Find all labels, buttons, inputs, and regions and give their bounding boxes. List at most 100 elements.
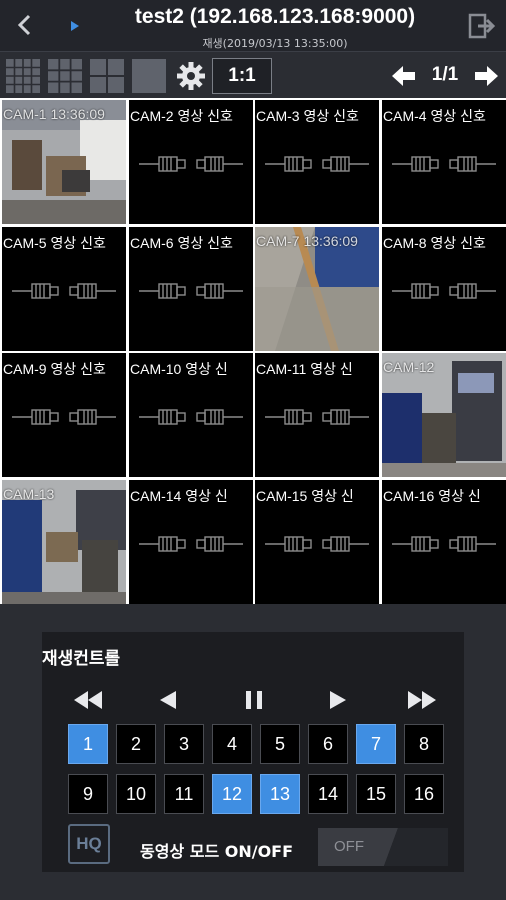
- camera-grid: CAM-1 13:36:09 CAM-2 영상 신호 CAM-3 영상 신호 CAM-…: [0, 98, 506, 604]
- camera-tile-12[interactable]: CAM-12: [382, 353, 506, 477]
- channel-button-5[interactable]: 5: [260, 724, 300, 764]
- camera-label: CAM-2 영상 신호: [130, 108, 233, 124]
- page-prev-button[interactable]: [390, 62, 418, 90]
- camera-tile-8[interactable]: CAM-8 영상 신호: [382, 227, 506, 351]
- camera-label: CAM-1 13:36:09: [3, 106, 105, 122]
- app-root: test2 (192.168.123.168:9000) 재생(2019/03/…: [0, 0, 506, 900]
- exit-button[interactable]: [466, 11, 498, 41]
- no-signal-cable-icon: [12, 409, 116, 425]
- no-signal-cable-icon: [265, 156, 369, 172]
- exit-icon: [468, 13, 496, 39]
- chevron-left-icon: [17, 14, 31, 36]
- fast-forward-icon: [408, 691, 436, 709]
- camera-label: CAM-9 영상 신호: [3, 361, 106, 377]
- camera-tile-3[interactable]: CAM-3 영상 신호: [255, 100, 379, 224]
- no-signal-cable-icon: [392, 156, 496, 172]
- play-icon: [330, 691, 346, 709]
- header-bar: test2 (192.168.123.168:9000) 재생(2019/03/…: [0, 0, 506, 52]
- layout-2x2-button[interactable]: [90, 59, 124, 93]
- camera-tile-9[interactable]: CAM-9 영상 신호: [2, 353, 126, 477]
- channel-button-14[interactable]: 14: [308, 774, 348, 814]
- no-signal-cable-icon: [139, 283, 243, 299]
- camera-label: CAM-7 13:36:09: [256, 233, 358, 249]
- fast-rewind-button[interactable]: [66, 684, 110, 716]
- camera-tile-5[interactable]: CAM-5 영상 신호: [2, 227, 126, 351]
- no-signal-cable-icon: [139, 536, 243, 552]
- channel-button-1[interactable]: 1: [68, 724, 108, 764]
- channel-button-4[interactable]: 4: [212, 724, 252, 764]
- camera-label: CAM-5 영상 신호: [3, 235, 106, 251]
- no-signal-cable-icon: [12, 283, 116, 299]
- camera-label: CAM-12: [383, 359, 435, 375]
- page-next-button[interactable]: [472, 62, 500, 90]
- camera-tile-7[interactable]: CAM-7 13:36:09: [255, 227, 379, 351]
- back-button[interactable]: [10, 10, 40, 40]
- camera-label: CAM-6 영상 신호: [130, 235, 233, 251]
- channel-button-9[interactable]: 9: [68, 774, 108, 814]
- channel-button-15[interactable]: 15: [356, 774, 396, 814]
- play-indicator: [68, 16, 82, 36]
- camera-tile-6[interactable]: CAM-6 영상 신호: [129, 227, 253, 351]
- camera-tile-4[interactable]: CAM-4 영상 신호: [382, 100, 506, 224]
- pause-icon: [246, 691, 262, 709]
- video-mode-toggle[interactable]: OFF: [318, 828, 448, 866]
- hq-button[interactable]: HQ: [68, 824, 110, 864]
- channel-button-3[interactable]: 3: [164, 724, 204, 764]
- camera-tile-11[interactable]: CAM-11 영상 신: [255, 353, 379, 477]
- camera-label: CAM-3 영상 신호: [256, 108, 359, 124]
- camera-tile-16[interactable]: CAM-16 영상 신: [382, 480, 506, 604]
- camera-tile-2[interactable]: CAM-2 영상 신호: [129, 100, 253, 224]
- camera-tile-15[interactable]: CAM-15 영상 신: [255, 480, 379, 604]
- toolbar: 1:1 1/1: [0, 52, 506, 98]
- no-signal-cable-icon: [265, 536, 369, 552]
- camera-label: CAM-11 영상 신: [256, 361, 353, 377]
- panel-title: 재생컨트롤: [42, 649, 121, 669]
- camera-label: CAM-14 영상 신: [130, 488, 228, 504]
- no-signal-cable-icon: [392, 283, 496, 299]
- playback-control-panel: 재생컨트롤 1 2 3 4 5 6 7 8 9 10 11 12 13 14 15 16: [42, 632, 464, 872]
- channel-button-7[interactable]: 7: [356, 724, 396, 764]
- settings-button[interactable]: [174, 59, 208, 93]
- camera-label: CAM-15 영상 신: [256, 488, 354, 504]
- gear-icon: [177, 62, 205, 90]
- camera-label: CAM-13: [3, 486, 55, 502]
- no-signal-cable-icon: [392, 536, 496, 552]
- play-button[interactable]: [316, 684, 360, 716]
- page-indicator: 1/1: [431, 64, 459, 85]
- camera-label: CAM-4 영상 신호: [383, 108, 486, 124]
- toggle-state-label: OFF: [334, 838, 364, 855]
- layout-3x3-button[interactable]: [48, 59, 82, 93]
- camera-tile-1[interactable]: CAM-1 13:36:09: [2, 100, 126, 224]
- channel-button-6[interactable]: 6: [308, 724, 348, 764]
- play-reverse-icon: [160, 691, 176, 709]
- no-signal-cable-icon: [139, 409, 243, 425]
- step-back-button[interactable]: [146, 684, 190, 716]
- video-mode-label: 동영상 모드 ON/OFF: [140, 842, 294, 861]
- no-signal-cable-icon: [265, 409, 369, 425]
- camera-tile-14[interactable]: CAM-14 영상 신: [129, 480, 253, 604]
- grid-2x2-icon: [90, 59, 124, 93]
- camera-tile-13[interactable]: CAM-13: [2, 480, 126, 604]
- playback-datetime: 재생(2019/03/13 13:35:00): [202, 37, 348, 50]
- pause-button[interactable]: [232, 684, 276, 716]
- channel-button-11[interactable]: 11: [164, 774, 204, 814]
- camera-tile-10[interactable]: CAM-10 영상 신: [129, 353, 253, 477]
- layout-1x1-button[interactable]: [132, 59, 166, 93]
- channel-button-13[interactable]: 13: [260, 774, 300, 814]
- channel-button-12[interactable]: 12: [212, 774, 252, 814]
- page-title: test2 (192.168.123.168:9000): [134, 5, 416, 28]
- camera-label: CAM-16 영상 신: [383, 488, 481, 504]
- aspect-ratio-button[interactable]: 1:1: [212, 58, 272, 94]
- grid-4x4-icon: [6, 59, 40, 93]
- channel-button-2[interactable]: 2: [116, 724, 156, 764]
- layout-4x4-button[interactable]: [6, 59, 40, 93]
- channel-button-8[interactable]: 8: [404, 724, 444, 764]
- arrow-right-icon: [475, 66, 498, 86]
- single-view-icon: [132, 59, 166, 93]
- fast-forward-button[interactable]: [400, 684, 444, 716]
- channel-button-16[interactable]: 16: [404, 774, 444, 814]
- play-indicator-icon: [71, 21, 79, 31]
- no-signal-cable-icon: [139, 156, 243, 172]
- camera-label: CAM-10 영상 신: [130, 361, 228, 377]
- channel-button-10[interactable]: 10: [116, 774, 156, 814]
